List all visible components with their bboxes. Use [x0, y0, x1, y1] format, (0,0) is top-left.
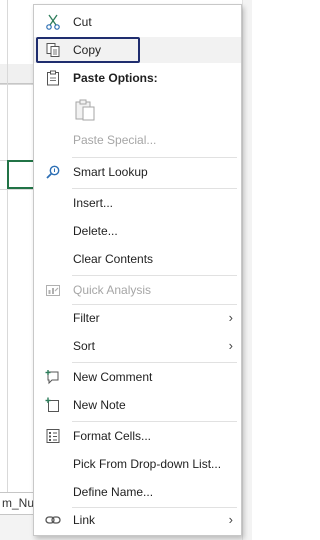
menu-separator	[72, 188, 237, 189]
menu-item-label: Define Name...	[73, 485, 154, 499]
format-cells-icon	[44, 427, 62, 445]
menu-item-label: Paste Options:	[73, 71, 158, 85]
new-comment-icon	[44, 368, 62, 386]
menu-separator	[72, 157, 237, 158]
menu-item-link[interactable]: Link ›	[34, 507, 241, 533]
menu-item-clear-contents[interactable]: Clear Contents	[34, 246, 241, 272]
menu-item-label: New Comment	[73, 370, 153, 384]
context-menu: Cut Copy Paste Options: Paste Special...…	[33, 4, 242, 536]
grid-line	[7, 0, 8, 540]
menu-item-label: Pick From Drop-down List...	[73, 457, 222, 471]
menu-separator	[72, 421, 237, 422]
menu-item-smart-lookup[interactable]: Smart Lookup	[34, 159, 241, 185]
chevron-right-icon: ›	[228, 338, 233, 353]
menu-item-paste-special[interactable]: Paste Special...	[34, 127, 241, 153]
quick-analysis-icon	[44, 281, 62, 299]
menu-item-label: Smart Lookup	[73, 165, 148, 179]
menu-item-label: Paste Special...	[73, 133, 157, 147]
menu-item-cut[interactable]: Cut	[34, 9, 241, 35]
menu-item-label: Sort	[73, 339, 96, 353]
menu-item-pick-from-dropdown[interactable]: Pick From Drop-down List...	[34, 451, 241, 477]
menu-item-delete[interactable]: Delete...	[34, 218, 241, 244]
search-icon	[44, 163, 62, 181]
paste-clipboard-icon	[74, 98, 96, 122]
menu-item-label: Cut	[73, 15, 92, 29]
paste-option-button[interactable]	[72, 95, 98, 125]
new-note-icon	[44, 396, 62, 414]
menu-item-define-name[interactable]: Define Name...	[34, 479, 241, 505]
scissors-icon	[44, 13, 62, 31]
chevron-right-icon: ›	[228, 512, 233, 527]
menu-item-label: Insert...	[73, 196, 114, 210]
chevron-right-icon: ›	[228, 310, 233, 325]
menu-item-format-cells[interactable]: Format Cells...	[34, 423, 241, 449]
menu-heading-paste-options: Paste Options:	[34, 65, 241, 91]
menu-item-label: New Note	[73, 398, 126, 412]
menu-item-label: Quick Analysis	[73, 283, 152, 297]
menu-item-filter[interactable]: Filter ›	[34, 305, 241, 331]
menu-item-label: Filter	[73, 311, 100, 325]
menu-item-sort[interactable]: Sort ›	[34, 333, 241, 359]
menu-item-label: Link	[73, 513, 96, 527]
menu-item-quick-analysis[interactable]: Quick Analysis	[34, 277, 241, 303]
menu-item-new-note[interactable]: New Note	[34, 392, 241, 418]
clipboard-icon	[44, 69, 62, 87]
menu-separator	[72, 275, 237, 276]
vertical-scrollbar[interactable]	[242, 0, 252, 540]
menu-item-label: Clear Contents	[73, 252, 154, 266]
link-icon	[44, 511, 62, 529]
menu-separator	[72, 362, 237, 363]
menu-item-insert[interactable]: Insert...	[34, 190, 241, 216]
menu-item-new-comment[interactable]: New Comment	[34, 364, 241, 390]
menu-item-label: Delete...	[73, 224, 118, 238]
keyboard-focus-outline	[36, 37, 140, 63]
menu-item-label: Format Cells...	[73, 429, 152, 443]
